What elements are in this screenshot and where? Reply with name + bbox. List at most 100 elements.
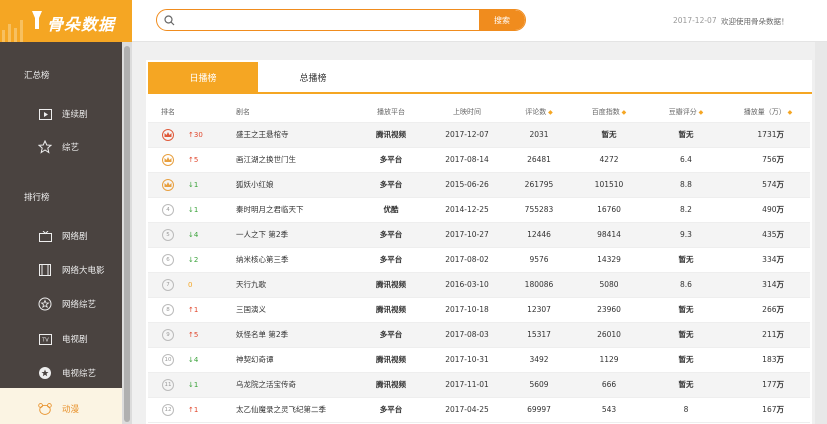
show-name[interactable]: 一人之下 第2季	[236, 222, 354, 248]
unit-label: 万	[776, 155, 785, 164]
sidebar-item-label: 连续剧	[62, 110, 88, 120]
search-box: 搜索	[156, 9, 526, 31]
logo-bone-icon	[32, 11, 42, 29]
show-name[interactable]: 妖怪名单 第2季	[236, 322, 354, 348]
star-filled-icon	[38, 366, 52, 380]
page-scrollbar[interactable]	[815, 42, 827, 424]
release-date: 2017-08-03	[428, 322, 506, 348]
table-row[interactable]: 10 ↓4 神契幻奇谭 腾讯视频 2017-10-31 3492 1129 暂无 183万	[148, 347, 810, 373]
table-row[interactable]: 9 ↑5 妖怪名单 第2季 多平台 2017-08-03 15317 26010 暂无 211万	[148, 322, 810, 348]
header-plays[interactable]: 播放量（万） ◆	[726, 102, 810, 123]
header-baidu[interactable]: 百度指数 ◆	[572, 102, 646, 123]
show-name[interactable]: 三国演义	[236, 297, 354, 323]
release-date: 2017-10-31	[428, 347, 506, 373]
sidebar-item-label: 综艺	[62, 143, 80, 153]
show-name[interactable]: 盛王之王悬棺寺	[236, 122, 354, 148]
bear-icon	[38, 402, 52, 416]
trend-indicator: ↑30	[188, 131, 203, 139]
trend-indicator: ↓2	[188, 256, 199, 264]
logo[interactable]: 骨朵数据	[0, 0, 132, 42]
sidebar-scrollbar[interactable]	[122, 42, 132, 424]
sidebar-item-anime[interactable]: 动漫	[0, 388, 122, 424]
comment-count: 9576	[506, 247, 572, 273]
comment-count: 261795	[506, 172, 572, 198]
platform: 腾讯视频	[354, 347, 428, 373]
comment-count: 180086	[506, 272, 572, 298]
show-name[interactable]: 秦时明月之君临天下	[236, 197, 354, 223]
sidebar-item-variety[interactable]: 综艺	[0, 126, 122, 168]
table-row[interactable]: ↓1 狐妖小红娘 多平台 2015-06-26 261795 101510 8.8 574万	[148, 172, 810, 198]
trend-indicator: ↑1	[188, 306, 199, 314]
search-input[interactable]	[179, 12, 479, 28]
release-date: 2017-12-07	[428, 122, 506, 148]
release-date: 2017-11-01	[428, 372, 506, 398]
rank-cell: 5	[148, 222, 188, 248]
rank-cell	[148, 147, 188, 173]
platform: 多平台	[354, 397, 428, 423]
release-date: 2017-08-02	[428, 247, 506, 273]
table-row[interactable]: 8 ↑1 三国演义 腾讯视频 2017-10-18 12307 23960 暂无 266万	[148, 297, 810, 323]
film-icon	[38, 263, 52, 277]
sort-icon: ◆	[785, 108, 793, 116]
play-count: 167万	[726, 397, 810, 423]
rank-number: 4	[162, 203, 174, 216]
show-name[interactable]: 狐妖小红娘	[236, 172, 354, 198]
tab-daily[interactable]: 日播榜	[148, 62, 258, 92]
table-row[interactable]: 7 0 天行九歌 腾讯视频 2016-03-10 180086 5080 8.6 314万	[148, 272, 810, 298]
header-comments[interactable]: 评论数 ◆	[506, 102, 572, 123]
play-count: 1731万	[726, 122, 810, 148]
douban-score: 6.4	[646, 147, 726, 173]
release-date: 2017-10-27	[428, 222, 506, 248]
svg-text:TV: TV	[41, 337, 49, 343]
table-row[interactable]: 5 ↓4 一人之下 第2季 多平台 2017-10-27 12446 98414 9.3 435…	[148, 222, 810, 248]
baidu-index: 16760	[572, 197, 646, 223]
show-name[interactable]: 纳米核心第三季	[236, 247, 354, 273]
table-row[interactable]: 12 ↑1 太乙仙魔录之灵飞纪第二季 多平台 2017-04-25 69997 543 8 16…	[148, 397, 810, 423]
play-count: 266万	[726, 297, 810, 323]
current-date: 2017-12-07	[673, 16, 717, 25]
douban-score: 8	[646, 397, 726, 423]
header-date: 上映时间	[428, 102, 506, 123]
sidebar-item-label: 网络剧	[62, 232, 88, 242]
search-button[interactable]: 搜索	[479, 10, 525, 30]
trend-cell: ↓1	[188, 172, 236, 198]
douban-score: 8.2	[646, 197, 726, 223]
table-row[interactable]: 6 ↓2 纳米核心第三季 多平台 2017-08-02 9576 14329 暂无 334万	[148, 247, 810, 273]
trend-cell: ↓1	[188, 197, 236, 223]
trend-indicator: ↓4	[188, 356, 199, 364]
show-name[interactable]: 神契幻奇谭	[236, 347, 354, 373]
tab-bar: 日播榜 总播榜	[148, 62, 368, 92]
show-name[interactable]: 太乙仙魔录之灵飞纪第二季	[236, 397, 354, 423]
tv-icon	[38, 229, 52, 243]
table-row[interactable]: ↑30 盛王之王悬棺寺 腾讯视频 2017-12-07 2031 暂无 暂无 1731万	[148, 122, 810, 148]
tab-total[interactable]: 总播榜	[258, 62, 368, 92]
unit-label: 万	[776, 255, 785, 264]
show-name[interactable]: 天行九歌	[236, 272, 354, 298]
trend-indicator: ↑1	[188, 406, 199, 414]
play-count: 574万	[726, 172, 810, 198]
tab-underline	[148, 92, 812, 94]
unit-label: 万	[776, 130, 785, 139]
baidu-index: 543	[572, 397, 646, 423]
rank-cell: 11	[148, 372, 188, 398]
show-name[interactable]: 画江湖之换世门生	[236, 147, 354, 173]
comment-count: 12446	[506, 222, 572, 248]
search-icon	[164, 15, 175, 26]
sidebar-scrollbar-thumb[interactable]	[124, 46, 130, 422]
unit-label: 万	[776, 230, 785, 239]
header-douban[interactable]: 豆瓣评分 ◆	[646, 102, 726, 123]
table-row[interactable]: ↑5 画江湖之换世门生 多平台 2017-08-14 26481 4272 6.4 756万	[148, 147, 810, 173]
show-name[interactable]: 乌龙院之活宝传奇	[236, 372, 354, 398]
comment-count: 69997	[506, 397, 572, 423]
table-row[interactable]: 11 ↓1 乌龙院之活宝传奇 腾讯视频 2017-11-01 5609 666 暂无 177万	[148, 372, 810, 398]
table-row[interactable]: 4 ↓1 秦时明月之君临天下 优酷 2014-12-25 755283 16760 8.2 49…	[148, 197, 810, 223]
douban-score: 暂无	[646, 247, 726, 273]
rank-cell: 12	[148, 397, 188, 423]
rank-cell: 10	[148, 347, 188, 373]
crown-icon	[162, 178, 174, 191]
sidebar-section-summary: 汇总榜	[24, 71, 50, 81]
play-count: 314万	[726, 272, 810, 298]
trend-cell: 0	[188, 272, 236, 298]
unit-label: 万	[776, 355, 785, 364]
header-rank: 排名	[148, 102, 188, 123]
